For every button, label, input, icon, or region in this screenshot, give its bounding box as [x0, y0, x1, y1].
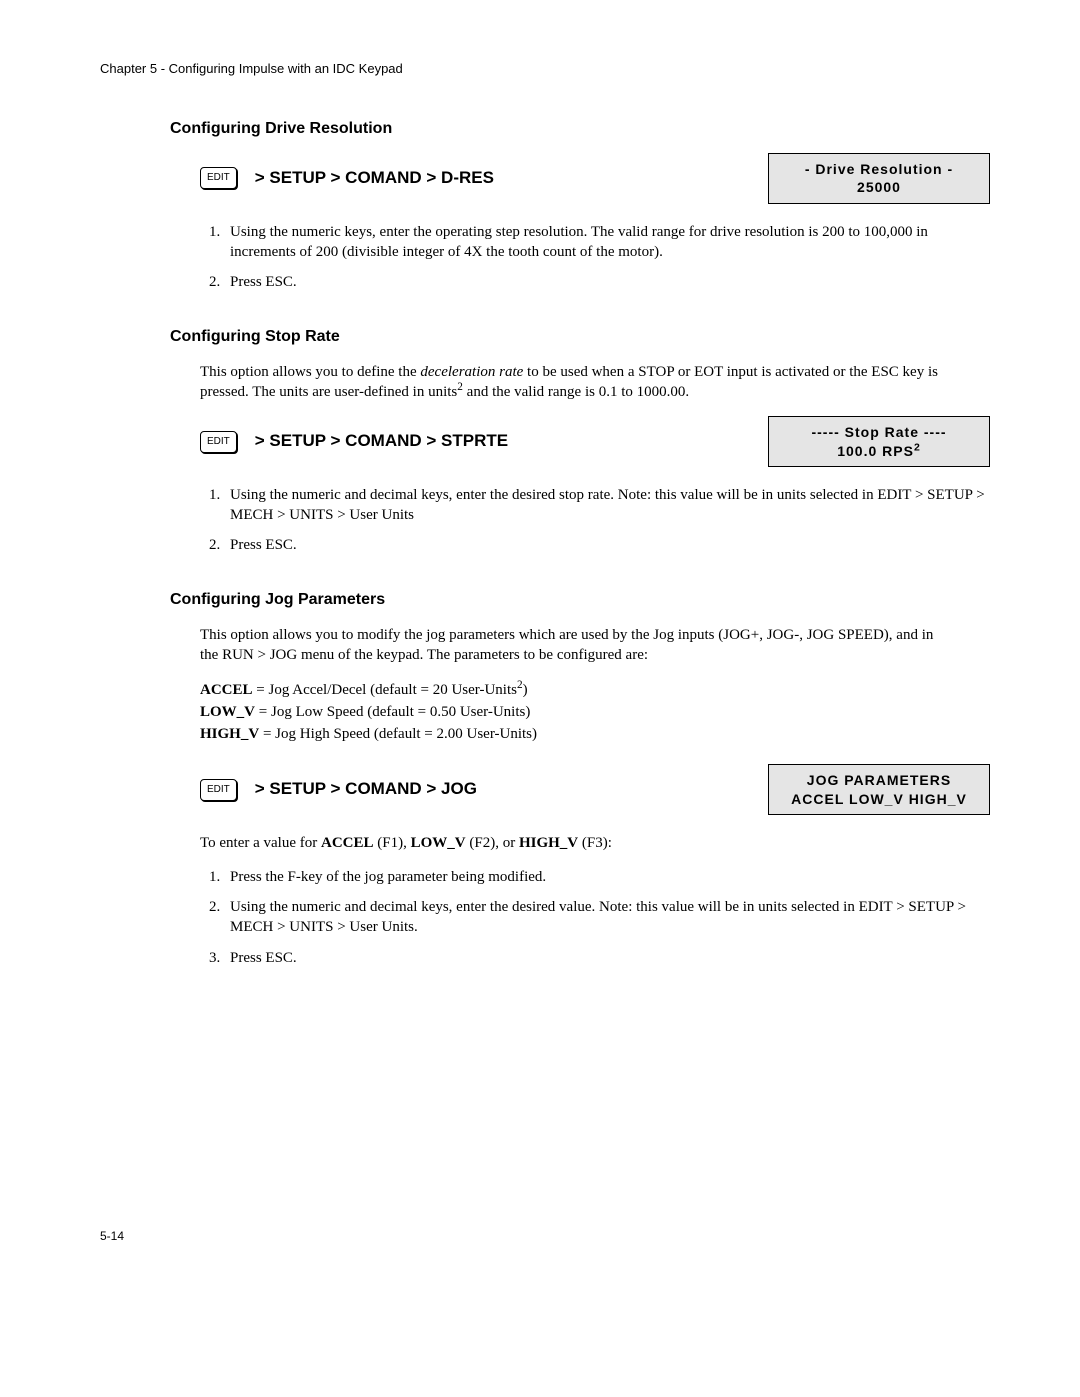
- text: and the valid range is 0.1 to 1000.00.: [463, 384, 689, 400]
- nav-path-stop-rate: > SETUP > COMAND > STPRTE: [255, 430, 768, 453]
- list-item: Using the numeric and decimal keys, ente…: [224, 897, 990, 938]
- steps-stop-rate: Using the numeric and decimal keys, ente…: [200, 485, 990, 556]
- list-item: Press the F-key of the jog parameter bei…: [224, 867, 990, 887]
- label: LOW_V: [411, 835, 466, 851]
- lcd-line: JOG PARAMETERS: [779, 771, 979, 789]
- text: ): [523, 682, 528, 698]
- section-title-jog-parameters: Configuring Jog Parameters: [170, 589, 990, 611]
- label: ACCEL: [200, 682, 253, 698]
- lcd-line: ----- Stop Rate ----: [779, 423, 979, 441]
- section-title-stop-rate: Configuring Stop Rate: [170, 326, 990, 348]
- list-item: Using the numeric keys, enter the operat…: [224, 222, 990, 263]
- text: = Jog Low Speed (default = 0.50 User-Uni…: [255, 704, 530, 720]
- list-item: Press ESC.: [224, 272, 990, 292]
- lcd-line: - Drive Resolution -: [779, 160, 979, 178]
- lcd-display-drive-resolution: - Drive Resolution - 25000: [768, 153, 990, 203]
- lcd-line: 100.0 RPS2: [779, 442, 979, 460]
- text: (F3):: [578, 835, 612, 851]
- label: ACCEL: [321, 835, 374, 851]
- nav-row-drive-resolution: EDIT > SETUP > COMAND > D-RES - Drive Re…: [200, 153, 990, 203]
- edit-key-icon: EDIT: [200, 167, 237, 189]
- intro-jog: This option allows you to modify the jog…: [200, 625, 990, 666]
- label: LOW_V: [200, 704, 255, 720]
- list-item: Press ESC.: [224, 948, 990, 968]
- nav-path-jog: > SETUP > COMAND > JOG: [255, 778, 768, 801]
- section-title-drive-resolution: Configuring Drive Resolution: [170, 118, 990, 140]
- em-deceleration-rate: deceleration rate: [420, 364, 523, 380]
- text: = Jog Accel/Decel (default = 20 User-Uni…: [253, 682, 517, 698]
- param-highv: HIGH_V = Jog High Speed (default = 2.00 …: [200, 724, 990, 744]
- label: HIGH_V: [519, 835, 578, 851]
- edit-key-icon: EDIT: [200, 779, 237, 801]
- list-item: Press ESC.: [224, 535, 990, 555]
- text: To enter a value for: [200, 835, 321, 851]
- label: HIGH_V: [200, 726, 259, 742]
- text: (F2), or: [466, 835, 519, 851]
- lcd-line: 25000: [779, 178, 979, 196]
- lcd-line: ACCEL LOW_V HIGH_V: [779, 790, 979, 808]
- param-lowv: LOW_V = Jog Low Speed (default = 0.50 Us…: [200, 702, 990, 722]
- chapter-header: Chapter 5 - Configuring Impulse with an …: [100, 60, 990, 78]
- lcd-display-stop-rate: ----- Stop Rate ---- 100.0 RPS2: [768, 416, 990, 466]
- text: (F1),: [374, 835, 411, 851]
- jog-enter-instruction: To enter a value for ACCEL (F1), LOW_V (…: [200, 833, 990, 853]
- steps-drive-resolution: Using the numeric keys, enter the operat…: [200, 222, 990, 293]
- lcd-display-jog: JOG PARAMETERS ACCEL LOW_V HIGH_V: [768, 764, 990, 814]
- nav-path-drive-resolution: > SETUP > COMAND > D-RES: [255, 167, 768, 190]
- page-number: 5-14: [100, 1228, 990, 1244]
- param-accel: ACCEL = Jog Accel/Decel (default = 20 Us…: [200, 680, 990, 700]
- list-item: Using the numeric and decimal keys, ente…: [224, 485, 990, 526]
- nav-row-jog: EDIT > SETUP > COMAND > JOG JOG PARAMETE…: [200, 764, 990, 814]
- nav-row-stop-rate: EDIT > SETUP > COMAND > STPRTE ----- Sto…: [200, 416, 990, 466]
- steps-jog: Press the F-key of the jog parameter bei…: [200, 867, 990, 968]
- text: This option allows you to define the: [200, 364, 420, 380]
- text: = Jog High Speed (default = 2.00 User-Un…: [259, 726, 537, 742]
- edit-key-icon: EDIT: [200, 431, 237, 453]
- intro-stop-rate: This option allows you to define the dec…: [200, 362, 990, 403]
